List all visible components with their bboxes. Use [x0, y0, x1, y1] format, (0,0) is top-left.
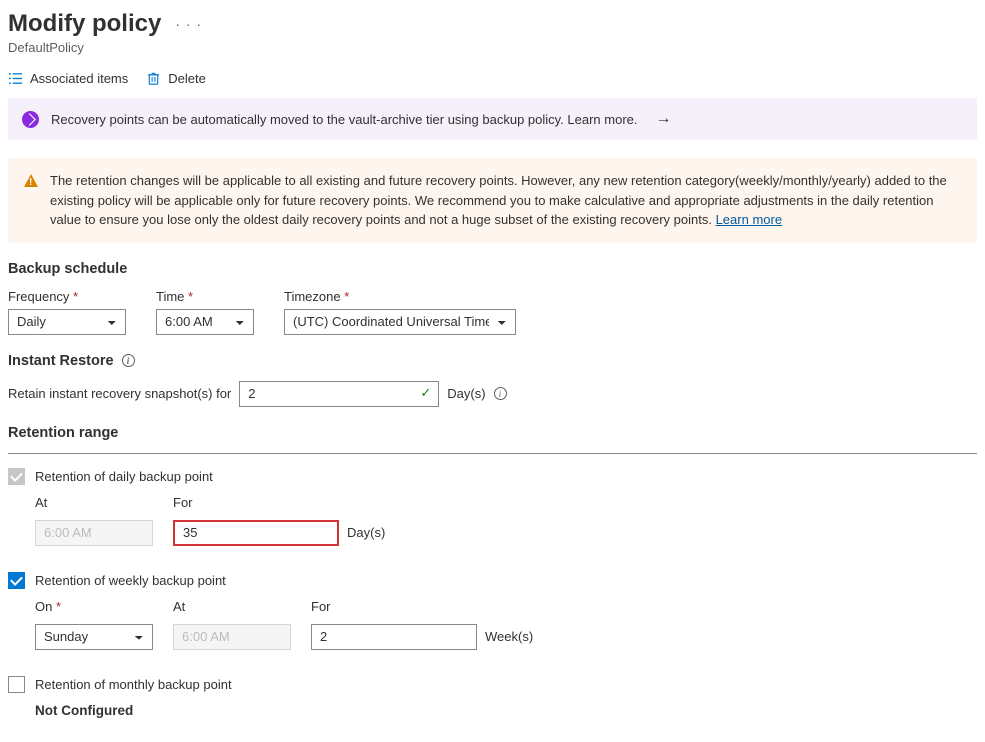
instant-restore-heading: Instant Restore — [8, 353, 114, 369]
weekly-suffix: Week(s) — [485, 629, 533, 645]
backup-schedule-heading: Backup schedule — [8, 261, 977, 277]
monthly-not-configured: Not Configured — [35, 703, 977, 718]
timezone-label: Timezone * — [284, 289, 516, 304]
daily-for-input[interactable] — [173, 520, 339, 546]
list-icon — [8, 71, 23, 86]
weekly-for-input[interactable] — [311, 624, 477, 650]
warning-icon — [24, 174, 38, 187]
info-icon[interactable] — [494, 387, 507, 400]
weekly-retention-checkbox[interactable] — [8, 572, 25, 589]
weekly-for-label: For — [311, 599, 533, 614]
trash-icon — [146, 71, 161, 86]
time-label: Time * — [156, 289, 254, 304]
instant-restore-suffix: Day(s) — [447, 386, 485, 401]
archive-tier-banner: Recovery points can be automatically mov… — [8, 98, 977, 140]
timezone-select[interactable]: (UTC) Coordinated Universal Time — [284, 309, 516, 335]
monthly-retention-checkbox[interactable] — [8, 676, 25, 693]
weekly-at-label: At — [173, 599, 291, 614]
associated-items-button[interactable]: Associated items — [8, 71, 128, 86]
instant-restore-days-input[interactable] — [239, 381, 439, 407]
info-icon[interactable] — [122, 354, 135, 367]
archive-learn-more-arrow[interactable]: → — [656, 110, 672, 128]
daily-retention-label: Retention of daily backup point — [35, 469, 213, 484]
daily-for-label: For — [173, 495, 385, 510]
daily-at-label: At — [35, 495, 153, 510]
weekly-at-select: 6:00 AM — [173, 624, 291, 650]
weekly-retention-label: Retention of weekly backup point — [35, 573, 226, 588]
warning-learn-more-link[interactable]: Learn more — [716, 212, 782, 227]
associated-items-label: Associated items — [30, 71, 128, 86]
divider — [8, 453, 977, 454]
warning-text: The retention changes will be applicable… — [50, 173, 947, 227]
archive-icon — [22, 111, 39, 128]
frequency-label: Frequency * — [8, 289, 126, 304]
archive-banner-text: Recovery points can be automatically mov… — [51, 112, 638, 127]
more-actions-button[interactable]: · · · — [175, 16, 202, 32]
monthly-retention-label: Retention of monthly backup point — [35, 677, 232, 692]
retention-range-heading: Retention range — [8, 425, 977, 441]
retention-warning-banner: The retention changes will be applicable… — [8, 158, 977, 243]
daily-retention-checkbox — [8, 468, 25, 485]
daily-suffix: Day(s) — [347, 525, 385, 541]
page-title: Modify policy — [8, 10, 161, 38]
policy-name-subtitle: DefaultPolicy — [8, 40, 977, 55]
delete-button[interactable]: Delete — [146, 71, 206, 86]
daily-at-select: 6:00 AM — [35, 520, 153, 546]
instant-restore-label: Retain instant recovery snapshot(s) for — [8, 386, 231, 401]
delete-label: Delete — [168, 71, 206, 86]
weekly-on-label: On * — [35, 599, 153, 614]
frequency-select[interactable]: Daily — [8, 309, 126, 335]
weekly-on-select[interactable]: Sunday — [35, 624, 153, 650]
time-select[interactable]: 6:00 AM — [156, 309, 254, 335]
